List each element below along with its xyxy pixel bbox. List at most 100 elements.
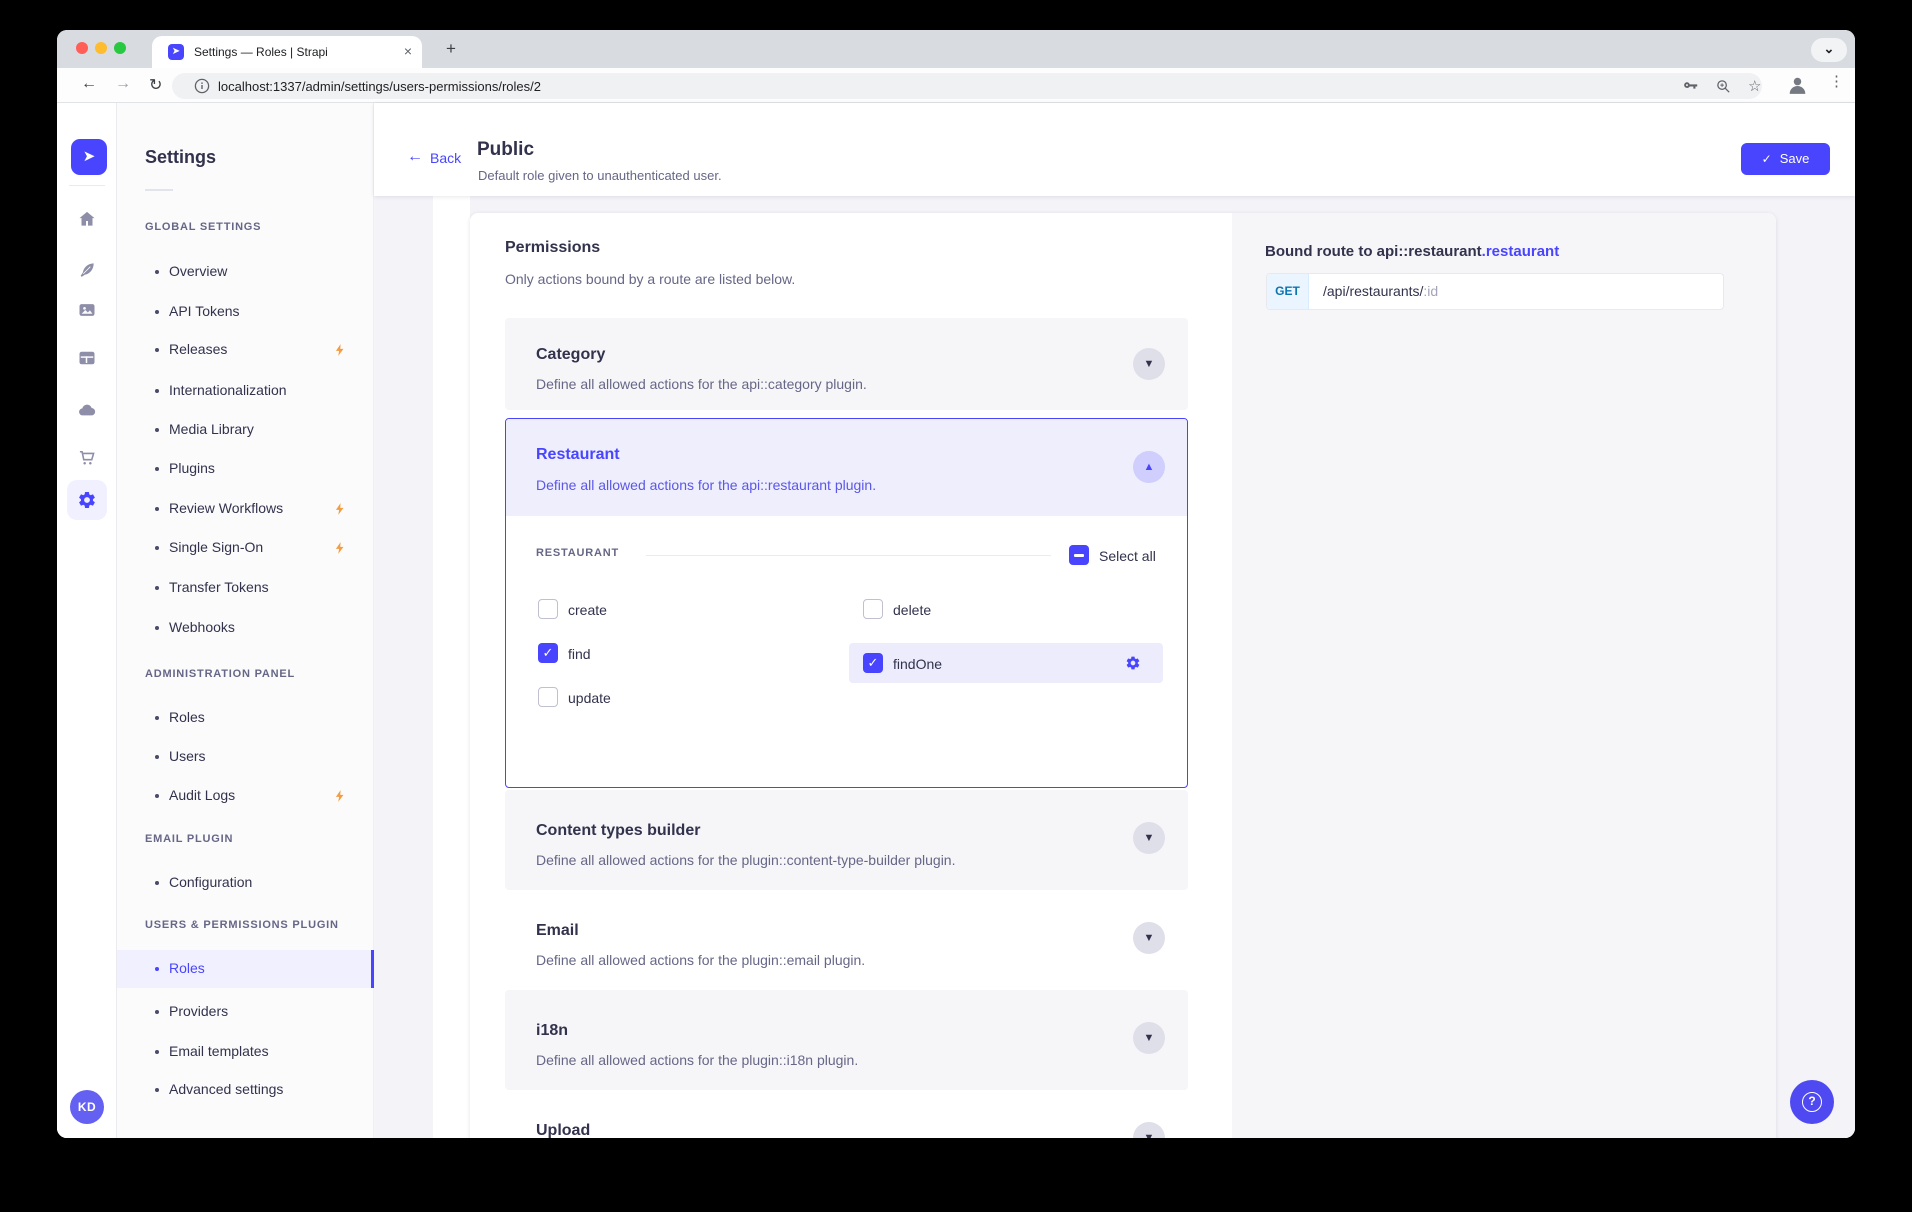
check-icon: ✓ [1762, 152, 1772, 166]
browser-forward-icon[interactable]: → [115, 75, 131, 93]
sidebar-item-webhooks[interactable]: Webhooks [117, 617, 374, 641]
minimize-window-button[interactable] [95, 42, 107, 54]
new-tab-button[interactable]: + [439, 37, 463, 61]
settings-gear-icon[interactable] [77, 490, 97, 510]
content-gutter [433, 196, 470, 1138]
checkbox-find-label: find [568, 646, 591, 662]
page-subtitle: Default role given to unauthenticated us… [478, 168, 722, 183]
tab-close-icon[interactable]: × [404, 43, 412, 59]
indeterminate-dash-icon [1074, 554, 1084, 557]
marketplace-cart-icon[interactable] [77, 448, 97, 468]
password-key-icon[interactable] [1682, 78, 1699, 95]
section-users-permissions-plugin: USERS & PERMISSIONS PLUGIN [145, 919, 339, 931]
sidebar-item-audit-logs[interactable]: Audit Logs [117, 785, 374, 809]
checkbox-delete[interactable] [863, 599, 883, 619]
content-manager-feather-icon[interactable] [77, 260, 97, 280]
bound-route-heading: Bound route to api::restaurant.restauran… [1265, 243, 1559, 260]
zoom-page-icon[interactable] [1715, 78, 1732, 95]
browser-window: ➤ Settings — Roles | Strapi × + ⌄ ← → ↻ … [57, 30, 1855, 1138]
user-avatar[interactable]: KD [70, 1090, 104, 1124]
findone-settings-gear-icon[interactable] [1125, 655, 1141, 671]
main-nav-rail: ➤ KD [57, 103, 117, 1138]
bound-route-panel: Bound route to api::restaurant.restauran… [1232, 213, 1776, 1138]
cloud-icon[interactable] [77, 400, 97, 420]
strapi-logo[interactable]: ➤ [71, 139, 107, 175]
sidebar-item-advanced-settings[interactable]: Advanced settings [117, 1079, 374, 1103]
sidebar-item-overview[interactable]: Overview [117, 261, 374, 285]
lightning-icon [333, 540, 347, 556]
sidebar-item-providers[interactable]: Providers [117, 1001, 374, 1025]
lightning-icon [333, 788, 347, 804]
restaurant-group-label: RESTAURANT [536, 547, 619, 559]
sidenav-title-divider [145, 189, 173, 191]
section-global-settings: GLOBAL SETTINGS [145, 221, 261, 233]
browser-menu-icon[interactable]: ⋮ [1829, 72, 1844, 90]
section-email-plugin: EMAIL PLUGIN [145, 833, 233, 845]
permissions-subheading: Only actions bound by a route are listed… [505, 271, 795, 287]
bound-route-accent: .restaurant [1482, 243, 1560, 260]
accordion-upload[interactable]: Upload ▼ [505, 1090, 1188, 1138]
accordion-email[interactable]: Email Define all allowed actions for the… [505, 890, 1188, 990]
bookmark-star-icon[interactable]: ☆ [1748, 77, 1761, 95]
browser-profile-icon[interactable] [1785, 73, 1810, 98]
browser-reload-icon[interactable]: ↻ [149, 75, 162, 95]
caret-down-icon: ▼ [1144, 1032, 1155, 1044]
sidebar-item-transfer-tokens[interactable]: Transfer Tokens [117, 577, 374, 601]
checkbox-update[interactable] [538, 687, 558, 707]
sidebar-item-api-tokens[interactable]: API Tokens [117, 301, 374, 325]
tab-title: Settings — Roles | Strapi [194, 45, 328, 59]
strapi-favicon: ➤ [168, 44, 184, 60]
address-bar[interactable]: localhost:1337/admin/settings/users-perm… [172, 73, 1762, 99]
checkbox-find[interactable]: ✓ [538, 643, 558, 663]
save-button[interactable]: ✓Save [1741, 143, 1830, 175]
sidebar-item-single-sign-on[interactable]: Single Sign-On [117, 537, 374, 561]
sidebar-item-configuration[interactable]: Configuration [117, 872, 374, 896]
i18n-expand-button[interactable]: ▼ [1133, 1022, 1165, 1054]
sidebar-item-media-library[interactable]: Media Library [117, 419, 374, 443]
sidebar-item-releases[interactable]: Releases [117, 339, 374, 363]
accordion-i18n[interactable]: i18n Define all allowed actions for the … [505, 990, 1188, 1090]
restaurant-collapse-button[interactable]: ▲ [1133, 451, 1165, 483]
sidebar-item-admin-roles[interactable]: Roles [117, 707, 374, 731]
help-button[interactable]: ? [1790, 1080, 1834, 1124]
http-method-badge: GET [1267, 274, 1309, 309]
sidebar-item-up-roles[interactable]: Roles [117, 950, 374, 988]
media-library-icon[interactable] [77, 300, 97, 320]
checkbox-findone-label: findOne [893, 656, 942, 672]
back-link[interactable]: Back [430, 150, 461, 166]
back-arrow-icon[interactable]: ← [407, 148, 423, 166]
restaurant-accordion-header[interactable]: Restaurant Define all allowed actions fo… [506, 419, 1187, 516]
select-all-checkbox[interactable] [1069, 545, 1089, 565]
checkbox-update-label: update [568, 690, 611, 706]
accordion-content-types-builder[interactable]: Content types builder Define all allowed… [505, 790, 1188, 890]
accordion-restaurant-expanded: Restaurant Define all allowed actions fo… [505, 418, 1188, 788]
ctb-expand-button[interactable]: ▼ [1133, 822, 1165, 854]
checkbox-findone[interactable]: ✓ [863, 653, 883, 673]
fullscreen-window-button[interactable] [114, 42, 126, 54]
site-info-icon[interactable] [194, 78, 210, 94]
rail-divider [69, 185, 105, 186]
sidebar-item-plugins[interactable]: Plugins [117, 458, 374, 482]
close-window-button[interactable] [76, 42, 88, 54]
browser-back-icon[interactable]: ← [81, 75, 97, 93]
tab-strip: ➤ Settings — Roles | Strapi × + ⌄ [57, 30, 1855, 68]
checkbox-delete-label: delete [893, 602, 931, 618]
strapi-app: ➤ KD [57, 103, 1855, 1138]
sidebar-item-users[interactable]: Users [117, 746, 374, 770]
sidebar-item-review-workflows[interactable]: Review Workflows [117, 498, 374, 522]
category-expand-button[interactable]: ▼ [1133, 348, 1165, 380]
tab-search-chevron-icon[interactable]: ⌄ [1811, 38, 1847, 62]
checkbox-create[interactable] [538, 599, 558, 619]
url-text[interactable]: localhost:1337/admin/settings/users-perm… [218, 79, 541, 94]
email-expand-button[interactable]: ▼ [1133, 922, 1165, 954]
home-icon[interactable] [77, 209, 97, 229]
sidenav-title: Settings [145, 147, 216, 168]
upload-expand-button[interactable]: ▼ [1133, 1122, 1165, 1138]
findone-selected-row[interactable]: ✓ findOne [849, 643, 1163, 683]
browser-tab[interactable]: ➤ Settings — Roles | Strapi × [152, 36, 422, 68]
accordion-category[interactable]: Category Define all allowed actions for … [505, 318, 1188, 410]
group-divider [646, 555, 1051, 556]
sidebar-item-email-templates[interactable]: Email templates [117, 1041, 374, 1065]
sidebar-item-internationalization[interactable]: Internationalization [117, 380, 374, 404]
content-type-builder-icon[interactable] [77, 348, 97, 368]
